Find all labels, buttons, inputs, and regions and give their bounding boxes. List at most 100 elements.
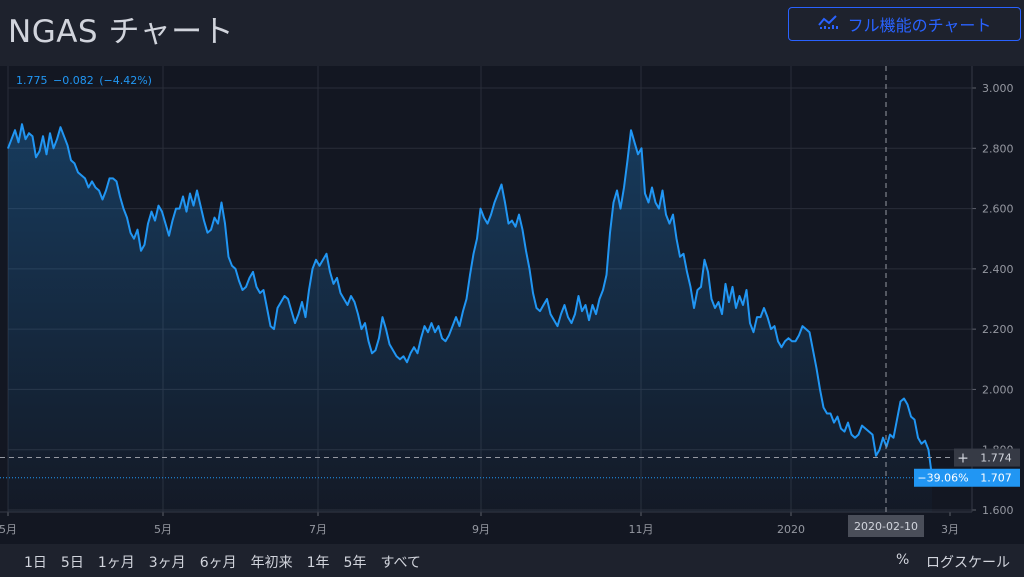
- percent-toggle[interactable]: %: [896, 552, 909, 568]
- range-button[interactable]: 3ヶ月: [149, 552, 186, 572]
- data-point: [826, 412, 828, 415]
- last-price-label: 1.707: [980, 472, 1012, 485]
- data-point: [749, 322, 751, 324]
- data-point: [574, 313, 576, 315]
- data-point: [360, 328, 363, 330]
- data-point: [157, 205, 160, 207]
- data-point: [805, 328, 807, 330]
- data-point: [329, 271, 331, 273]
- range-button[interactable]: 5日: [61, 552, 84, 572]
- data-point: [854, 437, 856, 439]
- x-tick-label: 5月: [0, 523, 17, 536]
- data-point: [889, 434, 891, 436]
- range-button[interactable]: 年初来: [251, 552, 293, 572]
- data-point: [252, 271, 254, 273]
- data-point: [437, 325, 440, 327]
- data-point: [756, 316, 758, 318]
- data-point: [815, 367, 818, 369]
- data-point: [430, 322, 433, 324]
- data-point: [245, 286, 247, 288]
- data-point: [10, 138, 13, 140]
- data-point: [374, 349, 377, 351]
- data-point: [448, 334, 450, 336]
- data-point: [234, 268, 237, 270]
- data-point: [322, 259, 324, 261]
- data-point: [367, 340, 370, 342]
- data-point: [178, 208, 181, 210]
- data-point: [70, 159, 72, 161]
- range-button[interactable]: 1ヶ月: [98, 552, 135, 572]
- range-button[interactable]: 1年: [307, 552, 330, 572]
- data-point: [444, 340, 447, 342]
- data-point: [791, 340, 793, 342]
- data-point: [829, 412, 832, 415]
- price-chart[interactable]: 1.6001.8002.0002.2002.4002.6002.8003.000…: [0, 66, 1024, 544]
- data-point: [227, 256, 230, 258]
- data-point: [868, 431, 870, 433]
- data-point: [665, 214, 667, 216]
- data-point: [315, 259, 317, 261]
- chart-panel[interactable]: 1.6001.8002.0002.2002.4002.6002.8003.000…: [0, 66, 1024, 544]
- legend-change: −0.082: [53, 74, 94, 87]
- data-point: [147, 223, 149, 225]
- data-point: [724, 283, 727, 285]
- data-point: [143, 244, 146, 246]
- data-point: [917, 437, 919, 439]
- data-point: [896, 419, 898, 421]
- range-button[interactable]: 6ヶ月: [200, 552, 237, 572]
- data-point: [549, 313, 552, 315]
- data-point: [87, 186, 90, 189]
- y-tick-label: 1.600: [982, 504, 1014, 517]
- data-point: [7, 147, 9, 149]
- data-point: [280, 301, 282, 303]
- range-button[interactable]: すべて: [380, 552, 420, 572]
- data-point: [420, 337, 422, 339]
- data-point: [217, 223, 219, 225]
- data-point: [493, 201, 496, 204]
- data-point: [899, 400, 902, 403]
- data-point: [623, 186, 625, 189]
- data-point: [588, 319, 590, 321]
- data-point: [878, 449, 881, 451]
- data-point: [206, 232, 209, 234]
- data-point: [801, 325, 804, 327]
- data-point: [654, 201, 657, 204]
- data-point: [77, 171, 79, 173]
- full-chart-button[interactable]: フル機能のチャート: [788, 7, 1021, 41]
- data-point: [164, 223, 167, 225]
- data-point: [500, 183, 503, 186]
- data-point: [150, 211, 153, 213]
- x-tick-label: 3月: [941, 523, 959, 536]
- data-point: [595, 313, 597, 315]
- data-point: [297, 313, 300, 315]
- data-point: [745, 289, 748, 291]
- data-point: [693, 307, 695, 309]
- data-point: [752, 331, 755, 333]
- data-point: [689, 286, 692, 288]
- data-point: [619, 208, 622, 210]
- data-point: [675, 238, 678, 240]
- data-point: [556, 325, 559, 327]
- data-point: [259, 292, 261, 294]
- log-scale-toggle[interactable]: ログスケール: [926, 552, 1010, 572]
- data-point: [787, 337, 790, 339]
- data-point: [196, 189, 198, 192]
- y-tick-label: 3.000: [982, 82, 1014, 95]
- data-point: [140, 250, 142, 252]
- x-tick-label: 7月: [309, 523, 327, 536]
- data-point: [847, 422, 849, 424]
- data-point: [612, 201, 615, 204]
- x-tick-label: 9月: [472, 523, 490, 536]
- data-point: [696, 289, 699, 291]
- data-point: [364, 322, 366, 324]
- range-button[interactable]: 5年: [344, 552, 367, 572]
- data-point: [241, 289, 244, 291]
- data-point: [742, 304, 744, 306]
- data-point: [717, 301, 720, 303]
- data-point: [773, 325, 776, 327]
- range-button[interactable]: 1日: [24, 552, 47, 572]
- data-point: [255, 286, 258, 288]
- data-point: [311, 268, 314, 270]
- data-point: [836, 416, 839, 418]
- data-point: [703, 259, 706, 261]
